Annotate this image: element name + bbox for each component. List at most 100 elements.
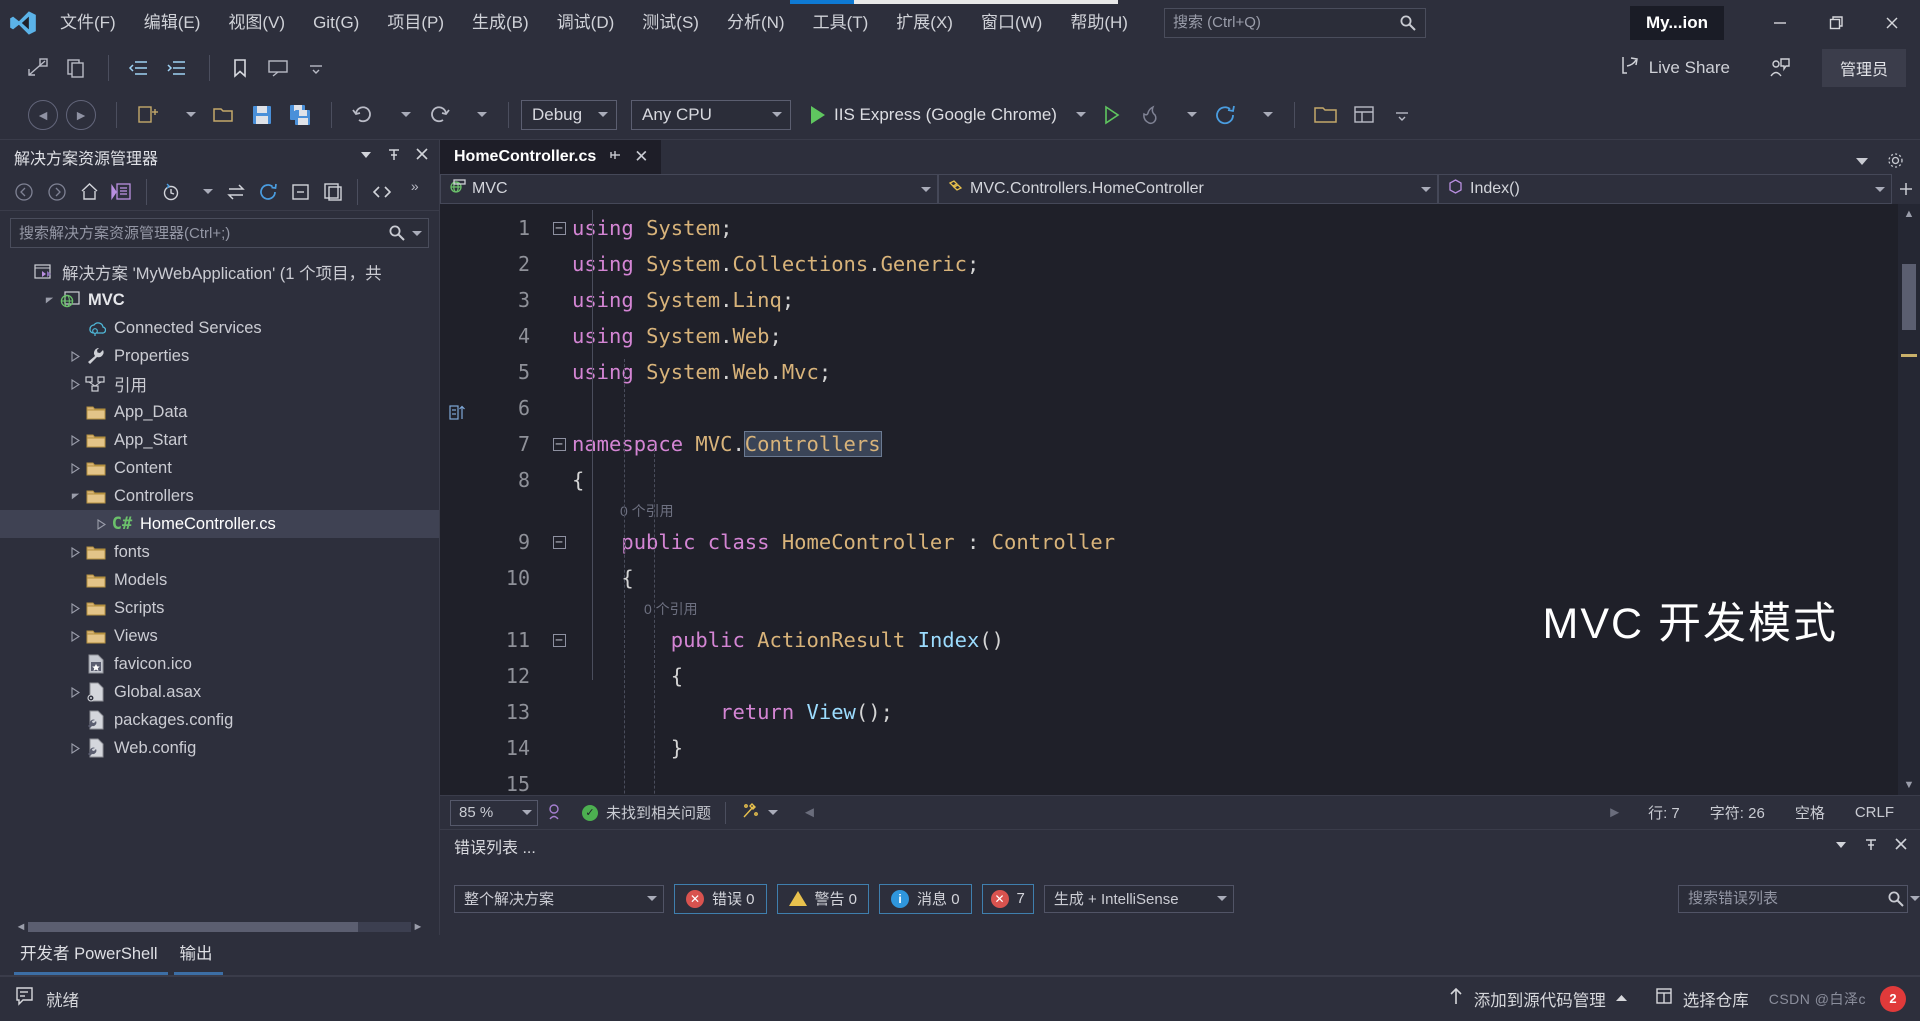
tree-item[interactable]: MVC [0,286,439,314]
source-code[interactable]: 1− using System; 2 using System.Collections… [474,204,1898,795]
start-debugging-button[interactable]: IIS Express (Google Chrome) [805,102,1092,128]
platform-combo[interactable]: Any CPU [631,99,791,130]
panel-menu-icon[interactable] [359,147,373,166]
menu-edit[interactable]: 编辑(E) [130,0,215,45]
code-line[interactable]: 3 using System.Linq; [474,282,1898,318]
expander-right-icon[interactable] [66,630,84,642]
save-icon[interactable] [243,98,281,132]
maximize-button[interactable] [1808,0,1864,45]
scroll-left-icon[interactable]: ◄ [14,921,28,933]
menu-analyze[interactable]: 分析(N) [713,0,799,45]
tree-item[interactable]: Views [0,622,439,650]
tree-item[interactable]: 解决方案 'MyWebApplication' (1 个项目，共 [0,258,439,286]
tree-item[interactable]: Connected Services [0,314,439,342]
tree-item[interactable]: App_Data [0,398,439,426]
code-line[interactable]: 15 [474,766,1898,795]
tab-homecontroller[interactable]: HomeController.cs ✕ [440,140,661,174]
status-next-icon[interactable]: ► [1607,804,1622,821]
error-scope-combo[interactable]: 整个解决方案 [454,884,664,913]
error-list-search[interactable] [1678,884,1920,913]
codelens-reference[interactable]: 0 个引用 [474,596,1898,622]
start-without-debugging-icon[interactable] [1092,98,1130,132]
se-overflow-icon[interactable]: » [401,178,429,206]
code-line[interactable]: 7 − namespace MVC.Controllers [474,426,1898,462]
bookmark-icon[interactable] [222,51,258,85]
navigate-back-button[interactable]: ◄ [28,99,58,130]
close-panel-icon[interactable] [1894,837,1908,856]
tree-item[interactable]: favicon.ico [0,650,439,678]
tab-developer-powershell[interactable]: 开发者 PowerShell [14,936,168,975]
scroll-down-icon[interactable]: ▼ [1898,775,1920,795]
code-line[interactable]: 14 } [474,730,1898,766]
toolbar-overflow-icon[interactable] [1383,98,1421,132]
tree-item[interactable]: Web.config [0,734,439,762]
menu-view[interactable]: 视图(V) [214,0,299,45]
codelens-reference[interactable]: 0 个引用 [474,498,1898,524]
expander-right-icon[interactable] [66,742,84,754]
menu-git[interactable]: Git(G) [299,0,373,45]
fold-collapse-icon[interactable]: − [546,221,572,235]
vscroll-thumb[interactable] [1902,264,1916,330]
expander-down-icon[interactable] [66,491,84,502]
tree-item[interactable]: fonts [0,538,439,566]
toggle-layout-icon[interactable] [20,51,56,85]
menu-extensions[interactable]: 扩展(X) [882,0,967,45]
new-item-dropdown-icon[interactable] [167,98,205,132]
tree-item[interactable]: Scripts [0,594,439,622]
code-line[interactable]: 2 using System.Collections.Generic; [474,246,1898,282]
tree-item[interactable]: 引用 [0,370,439,398]
code-line[interactable]: 8{ [474,462,1898,498]
code-line[interactable]: 5 using System.Web.Mvc; [474,354,1898,390]
expander-right-icon[interactable] [66,602,84,614]
messages-filter-button[interactable]: i 消息 0 [879,883,972,914]
comment-icon[interactable] [260,51,296,85]
se-home-icon[interactable] [75,178,103,206]
minimize-button[interactable] [1752,0,1808,45]
new-item-icon[interactable] [129,98,167,132]
window-layout-icon[interactable] [1345,98,1383,132]
undo-icon[interactable] [344,98,382,132]
se-forward-icon[interactable] [42,178,70,206]
expander-right-icon[interactable] [66,686,84,698]
se-pending-changes-icon[interactable] [157,178,185,206]
se-pending-dropdown-icon[interactable] [189,178,217,206]
tree-item[interactable]: App_Start [0,426,439,454]
close-button[interactable] [1864,0,1920,45]
expander-right-icon[interactable] [66,462,84,474]
tree-item[interactable]: Controllers [0,482,439,510]
refresh-icon[interactable] [1206,98,1244,132]
hscroll-track[interactable] [28,922,411,932]
search-options-icon[interactable] [1910,896,1920,901]
code-editor[interactable]: 1− using System; 2 using System.Collections… [440,204,1920,795]
fold-collapse-icon[interactable]: − [546,437,572,451]
nav-member-combo[interactable]: Index() [1438,174,1892,204]
menu-help[interactable]: 帮助(H) [1056,0,1142,45]
tab-pin-icon[interactable] [608,148,622,167]
tree-item[interactable]: Properties [0,342,439,370]
build-messages-filter-button[interactable]: ✕ 7 [981,883,1034,914]
tree-item[interactable]: packages.config [0,706,439,734]
tab-output[interactable]: 输出 [173,936,223,975]
add-to-source-control-button[interactable]: 添加到源代码管理 [1441,986,1634,1011]
se-sync-icon[interactable] [221,178,249,206]
warnings-filter-button[interactable]: 警告 0 [776,883,870,914]
search-options-icon[interactable] [412,230,422,236]
select-repository-button[interactable]: 选择仓库 [1648,986,1755,1011]
menu-file[interactable]: 文件(F) [46,0,130,45]
nav-project-combo[interactable]: MVC [440,174,938,204]
tab-list-icon[interactable] [1855,154,1869,172]
se-solution-icon[interactable] [107,178,135,206]
expander-right-icon[interactable] [92,518,110,530]
menu-debug[interactable]: 调试(D) [543,0,629,45]
live-share-button[interactable]: Live Share [1609,50,1740,85]
close-panel-icon[interactable] [415,147,429,166]
expander-right-icon[interactable] [66,546,84,558]
expander-right-icon[interactable] [66,350,84,362]
folder-open-icon[interactable] [1307,98,1345,132]
search-input[interactable] [1172,14,1399,31]
indent-increase-icon[interactable] [159,51,195,85]
se-refresh-icon[interactable] [254,178,282,206]
hot-reload-icon[interactable] [1130,98,1168,132]
undo-dropdown-icon[interactable] [382,98,420,132]
split-editor-icon[interactable] [1892,181,1920,197]
